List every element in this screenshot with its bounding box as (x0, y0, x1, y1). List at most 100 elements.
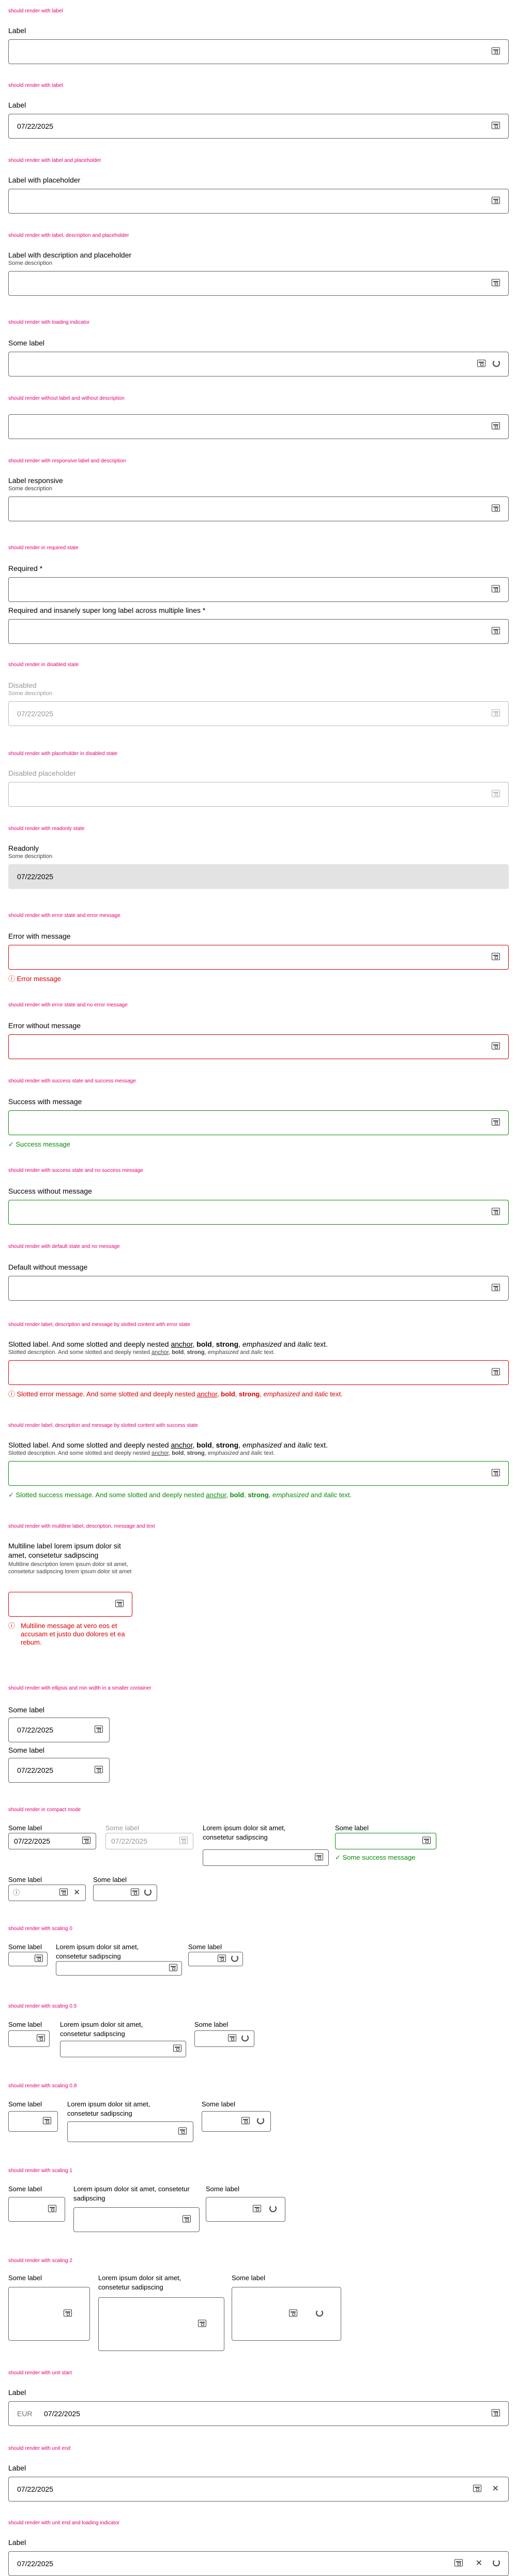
calendar-icon[interactable] (492, 627, 500, 636)
section-scaling-2: should render with scaling 2 Some label … (8, 2258, 509, 2351)
date-input[interactable] (8, 1360, 509, 1385)
date-input[interactable] (93, 1885, 157, 1901)
date-input[interactable] (8, 2111, 58, 2132)
calendar-icon[interactable] (492, 1118, 500, 1127)
date-input[interactable] (8, 189, 509, 214)
close-icon[interactable]: ✕ (73, 1889, 80, 1896)
date-input[interactable] (8, 619, 509, 644)
calendar-icon[interactable] (35, 1954, 43, 1964)
date-input[interactable] (8, 1110, 509, 1135)
calendar-icon[interactable] (315, 1853, 323, 1862)
calendar-icon[interactable] (95, 1725, 103, 1735)
calendar-icon[interactable] (115, 1600, 124, 1609)
date-input[interactable]: 07/22/2025 (8, 114, 509, 139)
calendar-icon[interactable] (37, 2034, 45, 2043)
date-input[interactable]: 07/22/2025 (8, 1718, 110, 1742)
calendar-icon[interactable] (48, 2205, 56, 2214)
calendar-icon[interactable] (492, 504, 500, 514)
calendar-icon[interactable] (477, 359, 485, 369)
date-input[interactable] (194, 2030, 254, 2047)
anchor-link[interactable]: anchor (151, 1450, 169, 1456)
calendar-icon[interactable] (95, 1766, 103, 1775)
calendar-icon[interactable] (492, 1042, 500, 1051)
date-input[interactable]: 07/22/2025 ✕ (8, 2477, 509, 2502)
calendar-icon[interactable] (492, 197, 500, 206)
anchor-link[interactable]: anchor (171, 1340, 192, 1348)
field-label: Some label (335, 1824, 369, 1832)
calendar-icon[interactable] (492, 1368, 500, 1377)
date-input[interactable]: ⓘ ✕ (8, 1885, 86, 1901)
calendar-icon[interactable] (218, 1954, 226, 1964)
calendar-icon[interactable] (43, 2117, 51, 2126)
date-input[interactable] (8, 1952, 48, 1966)
calendar-icon[interactable] (183, 2215, 191, 2224)
slotted-description: Slotted description. And some slotted an… (8, 1450, 275, 1456)
calendar-icon[interactable] (178, 2127, 187, 2136)
anchor-link[interactable]: anchor (171, 1441, 192, 1449)
date-input[interactable] (335, 1833, 436, 1849)
calendar-icon[interactable] (454, 2559, 463, 2568)
calendar-icon[interactable] (422, 1836, 431, 1846)
calendar-icon[interactable] (289, 2309, 297, 2318)
date-input[interactable] (8, 1592, 132, 1617)
calendar-icon[interactable] (492, 1469, 500, 1478)
field-label: Readonly (8, 844, 39, 852)
anchor-link[interactable]: anchor (206, 1491, 226, 1499)
date-input[interactable] (232, 2287, 341, 2341)
date-input[interactable]: 07/22/2025 ✕ (8, 2551, 509, 2576)
calendar-icon[interactable] (492, 585, 500, 594)
date-input[interactable]: 07/22/2025 (8, 1833, 96, 1849)
date-input[interactable] (206, 2197, 285, 2222)
calendar-icon[interactable] (492, 279, 500, 288)
calendar-icon[interactable] (492, 47, 500, 56)
date-input[interactable] (8, 2030, 50, 2047)
calendar-icon[interactable] (492, 1284, 500, 1293)
date-input[interactable] (188, 1952, 243, 1966)
date-input[interactable] (8, 414, 509, 439)
calendar-icon[interactable] (198, 2319, 206, 2329)
calendar-icon[interactable] (492, 2409, 500, 2418)
field-label: Some label (105, 1824, 140, 1832)
date-input[interactable] (8, 496, 509, 521)
calendar-icon[interactable] (253, 2205, 261, 2214)
date-input[interactable] (98, 2297, 224, 2351)
date-input[interactable] (8, 271, 509, 296)
calendar-icon[interactable] (173, 2044, 181, 2054)
calendar-icon[interactable] (169, 1964, 177, 1973)
calendar-icon[interactable] (473, 2484, 481, 2494)
date-input[interactable] (60, 2041, 186, 2057)
calendar-icon[interactable] (241, 2117, 250, 2126)
anchor-link[interactable]: anchor (197, 1390, 217, 1398)
calendar-icon[interactable] (492, 422, 500, 431)
date-input[interactable] (8, 2197, 65, 2222)
date-input[interactable] (8, 577, 509, 602)
close-icon[interactable]: ✕ (492, 2485, 499, 2493)
date-input[interactable] (203, 1849, 329, 1866)
date-input[interactable] (8, 39, 509, 64)
date-input[interactable]: EUR 07/22/2025 (8, 2401, 509, 2426)
calendar-icon[interactable] (82, 1836, 90, 1846)
field-label: Lorem ipsum dolor sit amet, consetetur s… (67, 2100, 150, 2117)
calendar-icon[interactable] (64, 2309, 72, 2318)
date-input[interactable] (202, 2111, 271, 2132)
date-input[interactable] (73, 2207, 200, 2232)
date-input[interactable] (56, 1961, 182, 1976)
calendar-icon[interactable] (492, 953, 500, 962)
calendar-icon[interactable] (228, 2034, 236, 2043)
calendar-icon[interactable] (131, 1888, 139, 1897)
date-input[interactable] (8, 945, 509, 970)
anchor-link[interactable]: anchor (151, 1349, 169, 1355)
date-input[interactable] (8, 352, 509, 376)
section-label: should render with label Label (8, 8, 509, 64)
close-icon[interactable]: ✕ (476, 2559, 482, 2568)
calendar-icon[interactable] (492, 1208, 500, 1217)
date-input[interactable] (8, 1200, 509, 1225)
date-input[interactable] (8, 1276, 509, 1301)
calendar-icon[interactable] (59, 1888, 68, 1897)
date-input[interactable] (8, 1461, 509, 1486)
date-input[interactable]: 07/22/2025 (8, 1758, 110, 1783)
calendar-icon[interactable] (492, 122, 500, 131)
date-input[interactable] (8, 2287, 90, 2341)
date-input[interactable] (67, 2121, 193, 2142)
date-input[interactable] (8, 1034, 509, 1059)
